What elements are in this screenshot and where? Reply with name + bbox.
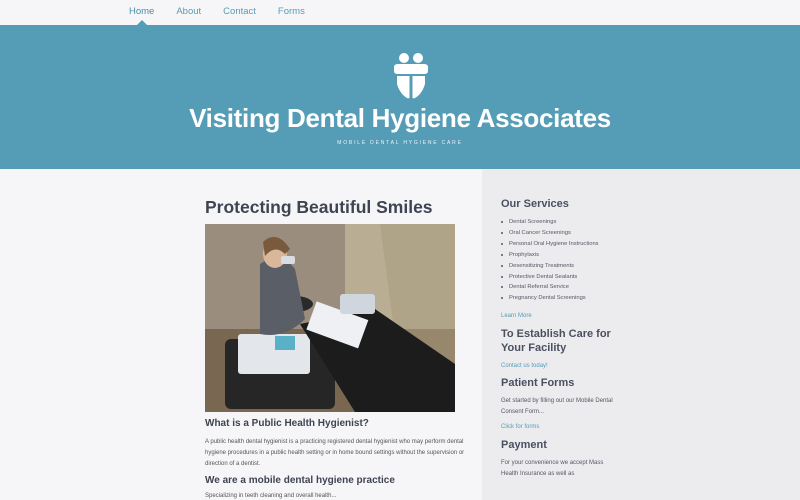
list-item: Oral Cancer Screenings (501, 228, 621, 239)
tooth-logo-icon (394, 53, 428, 99)
list-item: Desensitizing Treatments (501, 261, 621, 272)
hero-banner: Visiting Dental Hygiene Associates MOBIL… (0, 25, 800, 169)
nav-link-forms[interactable]: Forms (278, 6, 305, 17)
contact-us-link[interactable]: Contact us today! (501, 363, 621, 369)
sidebar-content: Our Services Dental Screenings Oral Canc… (501, 197, 621, 480)
section-title-mobile-practice: We are a mobile dental hygiene practice (205, 475, 395, 486)
main-content: Protecting Beautiful Smiles What is a Pu… (205, 195, 467, 499)
payment-text: For your convenience we accept Mass Heal… (501, 460, 604, 478)
site-tagline: MOBILE DENTAL HYGIENE CARE (337, 140, 463, 146)
list-item: Prophylaxis (501, 250, 621, 261)
list-item: Pregnancy Dental Screenings (501, 293, 621, 304)
section-text-mobile-practice: Specializing in teeth cleaning and overa… (205, 493, 337, 499)
patient-forms-heading: Patient Forms (501, 377, 575, 390)
section-text-public-health: A public health dental hygienist is a pr… (205, 439, 465, 467)
list-item: Dental Referral Service (501, 282, 621, 293)
payment-heading: Payment (501, 439, 547, 452)
nav-link-contact[interactable]: Contact (223, 6, 256, 17)
patient-forms-text: Get started by filling out our Mobile De… (501, 398, 613, 416)
services-heading: Our Services (501, 198, 569, 210)
establish-care-heading: To Establish Care for Your Facility (501, 328, 611, 355)
nav-link-about[interactable]: About (176, 6, 201, 17)
forms-link[interactable]: Click for forms (501, 424, 621, 430)
nav-link-home[interactable]: Home (129, 6, 154, 17)
top-navigation: Home About Contact Forms (0, 0, 800, 25)
section-title-public-health: What is a Public Health Hygienist? (205, 418, 369, 429)
dental-hygienist-photo (205, 224, 455, 412)
list-item: Dental Screenings (501, 217, 621, 228)
list-item: Protective Dental Sealants (501, 272, 621, 283)
nav-list: Home About Contact Forms (129, 6, 327, 17)
page-title: Protecting Beautiful Smiles (205, 197, 433, 217)
site-title: Visiting Dental Hygiene Associates (189, 103, 611, 133)
learn-more-link[interactable]: Learn More (501, 313, 621, 319)
sidebar: Our Services Dental Screenings Oral Canc… (482, 169, 800, 500)
list-item: Personal Oral Hygiene Instructions (501, 239, 621, 250)
services-list: Dental Screenings Oral Cancer Screenings… (501, 217, 621, 304)
